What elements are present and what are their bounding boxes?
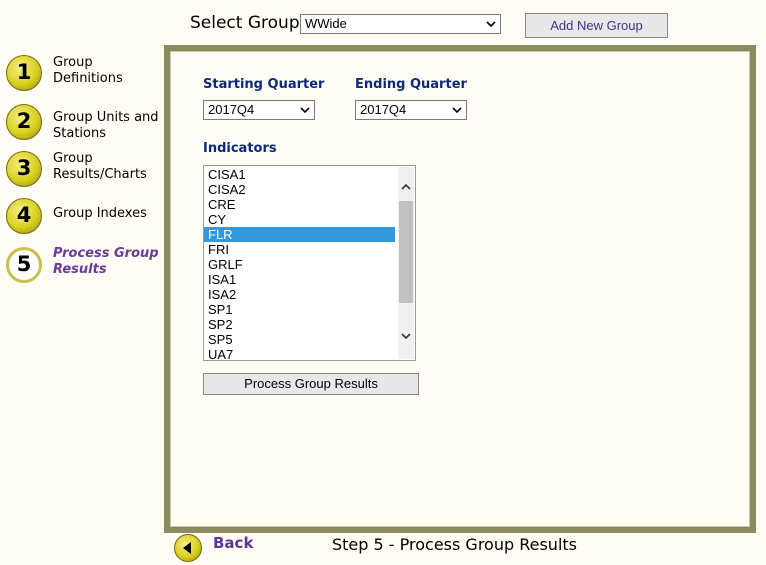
list-item[interactable]: GRLF xyxy=(204,257,395,272)
step-4-label: Group Indexes xyxy=(53,206,147,221)
group-select[interactable]: WWide xyxy=(300,14,501,34)
indicators-label: Indicators xyxy=(203,141,277,156)
chevron-down-icon xyxy=(486,21,496,28)
list-item[interactable]: SP2 xyxy=(204,317,395,332)
listbox-scrollbar[interactable] xyxy=(398,167,414,359)
starting-quarter-select[interactable]: 2017Q4 xyxy=(203,100,315,120)
list-item[interactable]: CISA1 xyxy=(204,167,395,182)
list-item[interactable]: CISA2 xyxy=(204,182,395,197)
list-item-selected[interactable]: FLR xyxy=(204,227,395,242)
select-group-label: Select Group xyxy=(190,13,300,33)
scrollbar-thumb[interactable] xyxy=(399,201,413,303)
indicators-list: CISA1 CISA2 CRE CY FLR FRI GRLF ISA1 ISA… xyxy=(204,167,395,360)
list-item[interactable]: CRE xyxy=(204,197,395,212)
list-item[interactable]: FRI xyxy=(204,242,395,257)
step-4-badge: 4 xyxy=(6,198,42,234)
step-1-number: 1 xyxy=(16,60,32,84)
add-new-group-button[interactable]: Add New Group xyxy=(525,13,668,38)
chevron-down-icon xyxy=(300,107,310,114)
step-5-label: Process Group Results xyxy=(53,246,159,277)
starting-quarter-value: 2017Q4 xyxy=(208,102,255,117)
step-title: Step 5 - Process Group Results xyxy=(332,535,577,554)
chevron-down-icon xyxy=(452,107,462,114)
step-3-badge: 3 xyxy=(6,151,42,187)
process-group-results-button[interactable]: Process Group Results xyxy=(203,373,419,395)
step-1-badge: 1 xyxy=(6,55,42,91)
arrow-left-icon xyxy=(183,542,191,554)
ending-quarter-select[interactable]: 2017Q4 xyxy=(355,100,467,120)
back-arrow-icon[interactable] xyxy=(174,534,202,562)
step-2-label: Group Units and Stations xyxy=(53,110,159,141)
chevron-down-icon[interactable] xyxy=(400,330,412,342)
list-item[interactable]: SP5 xyxy=(204,332,395,347)
list-item[interactable]: ISA1 xyxy=(204,272,395,287)
main-panel: Starting Quarter 2017Q4 Ending Quarter 2… xyxy=(164,45,756,533)
ending-quarter-label: Ending Quarter xyxy=(355,77,467,92)
starting-quarter-label: Starting Quarter xyxy=(203,77,325,92)
list-item[interactable]: UA7 xyxy=(204,347,395,360)
step-2-badge: 2 xyxy=(6,104,42,140)
step-3-label: Group Results/Charts xyxy=(53,151,147,182)
list-item[interactable]: ISA2 xyxy=(204,287,395,302)
step-3-number: 3 xyxy=(16,156,32,180)
step-2-number: 2 xyxy=(16,109,32,133)
indicators-listbox[interactable]: CISA1 CISA2 CRE CY FLR FRI GRLF ISA1 ISA… xyxy=(203,165,416,361)
step-5-number: 5 xyxy=(16,252,32,276)
chevron-up-icon[interactable] xyxy=(400,181,412,193)
list-item[interactable]: CY xyxy=(204,212,395,227)
group-select-value: WWide xyxy=(305,16,347,31)
step-5-badge: 5 xyxy=(6,247,42,283)
list-item[interactable]: SP1 xyxy=(204,302,395,317)
back-link[interactable]: Back xyxy=(213,534,253,552)
step-4-number: 4 xyxy=(16,203,32,227)
step-1-label: Group Definitions xyxy=(53,55,123,86)
ending-quarter-value: 2017Q4 xyxy=(360,102,407,117)
